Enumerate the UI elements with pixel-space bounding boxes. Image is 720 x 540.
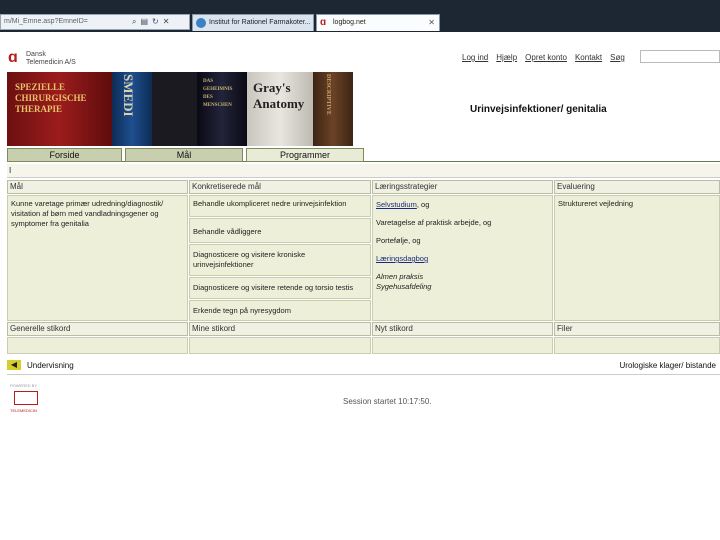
strategies-cell: Selvstudium, og Varetagelse af praktisk … bbox=[372, 195, 553, 321]
strategy-link[interactable]: Selvstudium bbox=[376, 200, 417, 209]
logo-icon: ɑ bbox=[8, 49, 18, 66]
my-keywords-header: Mine stikord bbox=[189, 322, 371, 336]
search-input[interactable] bbox=[640, 50, 720, 63]
tab-forside[interactable]: Forside bbox=[7, 148, 122, 162]
close-icon[interactable]: ✕ bbox=[163, 16, 170, 28]
tab-programmer[interactable]: Programmer bbox=[246, 148, 364, 162]
book-spine: DESCRIPTIVE bbox=[313, 72, 353, 146]
browser-chrome: m/Mi_Emne.asp?EmneID= ⌕ ▤ ↻ ✕ Institut f… bbox=[0, 0, 720, 32]
section-marker: I bbox=[7, 164, 720, 178]
strategy-setting: Sygehusafdeling bbox=[376, 282, 432, 291]
create-account-link[interactable]: Opret konto bbox=[525, 53, 567, 62]
my-keywords-cell bbox=[189, 337, 371, 354]
evaluation-cell: Struktureret vejledning bbox=[554, 195, 720, 321]
new-keyword-header: Nyt stikord bbox=[372, 322, 553, 336]
concrete-goal-item[interactable]: Diagnosticere og visitere kroniske urinv… bbox=[189, 244, 371, 276]
strategy-link[interactable]: Læringsdagbog bbox=[376, 254, 428, 263]
concrete-goal-item[interactable]: Diagnosticere og visitere retende og tor… bbox=[189, 277, 371, 299]
back-arrow-icon[interactable]: ◀ bbox=[7, 360, 21, 370]
search-link[interactable]: Søg bbox=[610, 53, 625, 62]
search-icon[interactable]: ⌕ bbox=[132, 16, 136, 28]
book-spine: SPEZIELLE CHIRURGISCHE THERAPIE bbox=[7, 72, 112, 146]
browser-tab-logbog[interactable]: ɑ logbog.net ✕ bbox=[316, 14, 440, 31]
concrete-goal-item[interactable]: Behandle ukompliceret nedre urinvejsinfe… bbox=[189, 195, 371, 217]
session-status: Session startet 10:17:50. bbox=[343, 397, 432, 406]
column-header-evaluation: Evaluering bbox=[554, 180, 720, 194]
general-keywords-cell bbox=[7, 337, 188, 354]
files-header: Filer bbox=[554, 322, 720, 336]
concrete-goal-item[interactable]: Behandle vådliggere bbox=[189, 218, 371, 243]
strategy-text: Varetagelse af praktisk arbejde, og bbox=[376, 218, 492, 227]
logo-text: Dansk Telemedicin A/S bbox=[26, 51, 76, 66]
book-spine bbox=[152, 72, 197, 146]
book-spine: Gray's Anatomy bbox=[247, 72, 313, 146]
globe-icon bbox=[196, 18, 206, 28]
book-spine: DAS GEHEIMNIS DES MENSCHEN bbox=[197, 72, 247, 146]
new-keyword-cell[interactable] bbox=[372, 337, 553, 354]
general-keywords-header: Generelle stikord bbox=[7, 322, 188, 336]
login-link[interactable]: Log ind bbox=[462, 53, 488, 62]
banner-image: SPEZIELLE CHIRURGISCHE THERAPIE SMEDI DA… bbox=[7, 72, 353, 146]
help-link[interactable]: Hjælp bbox=[496, 53, 517, 62]
contact-link[interactable]: Kontakt bbox=[575, 53, 602, 62]
book-spine: SMEDI bbox=[112, 72, 152, 146]
concrete-goal-item[interactable]: Erkende tegn på nyresygdom bbox=[189, 300, 371, 321]
goal-cell: Kunne varetage primær udredning/diagnost… bbox=[7, 195, 188, 321]
top-navigation: Log ind Hjælp Opret konto Kontakt Søg bbox=[462, 53, 625, 62]
address-bar-icons: ⌕ ▤ ↻ ✕ bbox=[132, 16, 169, 28]
tab-close-icon[interactable]: ✕ bbox=[428, 15, 435, 30]
browser-tab-farmakoterapi[interactable]: Institut for Rationel Farmakoter... bbox=[192, 14, 314, 31]
column-header-concrete: Konkretiserede mål bbox=[189, 180, 371, 194]
tab-label: logbog.net bbox=[333, 19, 366, 26]
page-title: Urinvejsinfektioner/ genitalia bbox=[470, 104, 607, 115]
next-link[interactable]: Urologiske klager/ bistande bbox=[620, 361, 717, 370]
logbog-favicon-icon: ɑ bbox=[320, 17, 327, 28]
column-header-goal: Mål bbox=[7, 180, 188, 194]
compatibility-icon[interactable]: ▤ bbox=[140, 16, 148, 28]
powered-by-logo: POWERED BY TELEMEDICIN bbox=[10, 383, 38, 413]
telemedicin-logo-icon bbox=[14, 391, 38, 405]
tab-label: Institut for Rationel Farmakoter... bbox=[209, 19, 311, 26]
refresh-icon[interactable]: ↻ bbox=[152, 16, 159, 28]
main-tabs: Forside Mål Programmer bbox=[7, 148, 720, 162]
column-header-strategies: Læringsstrategier bbox=[372, 180, 553, 194]
back-link[interactable]: Undervisning bbox=[27, 361, 74, 370]
strategy-text: Portefølje, og bbox=[376, 236, 421, 245]
tab-maal[interactable]: Mål bbox=[125, 148, 243, 162]
page: m/Mi_Emne.asp?EmneID= ⌕ ▤ ↻ ✕ Institut f… bbox=[0, 0, 720, 540]
files-cell bbox=[554, 337, 720, 354]
bottom-navigation: ◀ Undervisning Urologiske klager/ bistan… bbox=[7, 357, 720, 375]
strategy-setting: Almen praksis bbox=[376, 272, 424, 281]
